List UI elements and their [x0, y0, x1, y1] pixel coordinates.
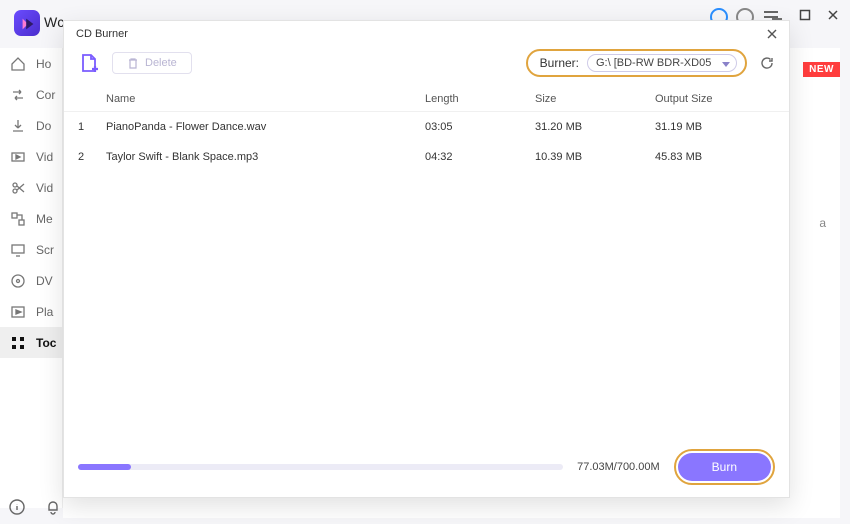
burner-dropdown[interactable]: G:\ [BD-RW BDR-XD05 — [587, 54, 737, 72]
refresh-button[interactable] — [759, 55, 775, 71]
app-logo — [14, 10, 40, 36]
sidebar-item-label: Ho — [36, 57, 51, 71]
add-file-button[interactable] — [78, 52, 100, 74]
row-index: 1 — [78, 121, 106, 133]
close-button[interactable] — [826, 8, 840, 22]
sidebar-item-label: Do — [36, 119, 51, 133]
sidebar-item-home[interactable]: Ho — [0, 48, 62, 79]
row-size: 31.20 MB — [535, 121, 655, 133]
row-length: 04:32 — [425, 151, 535, 163]
sidebar-item-label: Vid — [36, 181, 53, 195]
table-row[interactable]: 2 Taylor Swift - Blank Space.mp3 04:32 1… — [64, 142, 789, 172]
video-icon — [10, 149, 26, 165]
burn-button[interactable]: Burn — [678, 453, 771, 481]
info-icon[interactable] — [8, 498, 26, 516]
grid-icon — [10, 335, 26, 351]
sidebar-item-dvd[interactable]: DV — [0, 265, 62, 296]
sidebar-item-player[interactable]: Pla — [0, 296, 62, 327]
col-length: Length — [425, 93, 535, 105]
row-name: Taylor Swift - Blank Space.mp3 — [106, 151, 425, 163]
convert-icon — [10, 87, 26, 103]
burner-value: G:\ [BD-RW BDR-XD05 — [596, 57, 711, 69]
table-header: Name Length Size Output Size — [64, 87, 789, 112]
sidebar-item-label: Me — [36, 212, 53, 226]
modal-titlebar: CD Burner — [64, 21, 789, 45]
table-row[interactable]: 1 PianoPanda - Flower Dance.wav 03:05 31… — [64, 112, 789, 142]
sidebar-item-video1[interactable]: Vid — [0, 141, 62, 172]
trash-icon — [127, 57, 139, 69]
merge-icon — [10, 211, 26, 227]
sidebar-item-merger[interactable]: Me — [0, 203, 62, 234]
delete-label: Delete — [145, 57, 177, 69]
disc-icon — [10, 273, 26, 289]
burner-selector-wrap: Burner: G:\ [BD-RW BDR-XD05 — [526, 49, 747, 77]
row-index: 2 — [78, 151, 106, 163]
capacity-progress-fill — [78, 464, 131, 470]
modal-close-button[interactable] — [765, 27, 779, 41]
row-size: 10.39 MB — [535, 151, 655, 163]
sidebar-item-video-edit[interactable]: Vid — [0, 172, 62, 203]
delete-button[interactable]: Delete — [112, 52, 192, 74]
bg-char: a — [810, 216, 826, 230]
col-output: Output Size — [655, 93, 775, 105]
row-output: 31.19 MB — [655, 121, 775, 133]
burn-button-wrap: Burn — [674, 449, 775, 485]
modal-title: CD Burner — [76, 28, 128, 40]
sidebar: Ho Cor Do Vid Vid Me Scr DV Pla Toc — [0, 48, 63, 508]
sidebar-item-label: Vid — [36, 150, 53, 164]
capacity-text: 77.03M/700.00M — [577, 461, 660, 473]
bell-icon[interactable] — [44, 498, 62, 516]
app-title: Wc — [44, 14, 64, 30]
row-length: 03:05 — [425, 121, 535, 133]
modal-toolbar: Delete Burner: G:\ [BD-RW BDR-XD05 — [64, 45, 789, 87]
home-icon — [10, 56, 26, 72]
sidebar-item-downloader[interactable]: Do — [0, 110, 62, 141]
maximize-button[interactable] — [798, 8, 812, 22]
capacity-progress — [78, 464, 563, 470]
sidebar-item-screen[interactable]: Scr — [0, 234, 62, 265]
row-name: PianoPanda - Flower Dance.wav — [106, 121, 425, 133]
play-icon — [10, 304, 26, 320]
burn-label: Burn — [712, 460, 737, 474]
screen-icon — [10, 242, 26, 258]
col-name: Name — [106, 93, 425, 105]
sidebar-item-label: DV — [36, 274, 53, 288]
sidebar-item-label: Pla — [36, 305, 53, 319]
col-size: Size — [535, 93, 655, 105]
sidebar-item-label: Toc — [36, 336, 56, 350]
table-body: 1 PianoPanda - Flower Dance.wav 03:05 31… — [64, 112, 789, 412]
new-badge: NEW — [803, 62, 840, 77]
sidebar-item-label: Scr — [36, 243, 54, 257]
sidebar-item-label: Cor — [36, 88, 55, 102]
sidebar-item-toolbox[interactable]: Toc — [0, 327, 62, 358]
cd-burner-modal: CD Burner Delete Burner: G:\ [BD-RW BDR-… — [63, 20, 790, 498]
sidebar-item-converter[interactable]: Cor — [0, 79, 62, 110]
scissors-icon — [10, 180, 26, 196]
download-icon — [10, 118, 26, 134]
row-output: 45.83 MB — [655, 151, 775, 163]
burner-label: Burner: — [540, 56, 579, 70]
modal-footer: 77.03M/700.00M Burn — [68, 441, 785, 493]
